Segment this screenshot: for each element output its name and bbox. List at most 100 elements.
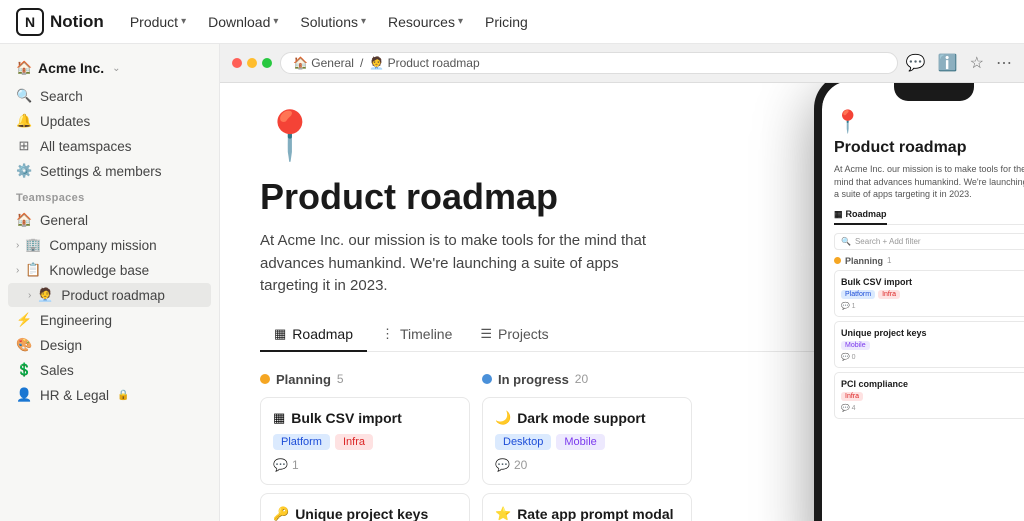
card-title: Unique project keys [295,506,428,521]
moon-icon: 🌙 [495,410,511,426]
phone-tabs: ▦ Roadmap [834,209,1024,225]
home-icon: 🏠 [16,212,32,228]
chevron-right-icon: › [16,240,19,251]
section-label-teamspaces: Teamspaces [8,184,211,208]
nav-product[interactable]: Product ▾ [120,8,196,36]
more-icon[interactable]: ⋯ [996,53,1012,73]
sidebar-item-settings[interactable]: ⚙️ Settings & members [8,159,211,183]
close-dot[interactable] [232,58,242,68]
column-count-planning: 5 [337,372,344,386]
sidebar: 🏠 Acme Inc. ⌄ 🔍 Search 🔔 Updates ⊞ All t… [0,44,220,521]
timeline-icon: ⋮ [381,326,394,342]
card-tags: Platform Infra [273,434,457,450]
tab-timeline[interactable]: ⋮ Timeline [367,318,466,352]
card-unique-project-keys[interactable]: 🔑 Unique project keys Mobile 💬 5 [260,493,470,521]
sidebar-item-engineering[interactable]: ⚡ Engineering [8,308,211,332]
sidebar-item-sales[interactable]: 💲 Sales [8,358,211,382]
sidebar-item-design[interactable]: 🎨 Design [8,333,211,357]
card-dark-mode-support[interactable]: 🌙 Dark mode support Desktop Mobile 💬 20 [482,397,692,485]
chevron-down-icon: ▾ [361,16,366,27]
column-header-in-progress: In progress 20 [482,372,692,387]
chevron-down-icon: ▾ [181,16,186,27]
phone-card-footer: 💬 0 [841,353,1024,361]
minimize-dot[interactable] [247,58,257,68]
sidebar-item-search[interactable]: 🔍 Search [8,84,211,108]
comment-count: 1 [292,458,299,472]
phone-desc: At Acme Inc. our mission is to make tool… [834,163,1024,201]
card-footer: 💬 20 [495,458,679,472]
grid-icon: ⊞ [16,138,32,154]
grid-icon: ▦ [834,209,843,220]
workspace-header[interactable]: 🏠 Acme Inc. ⌄ [8,56,211,80]
phone-tab-roadmap[interactable]: ▦ Roadmap [834,209,887,225]
browser-dots [232,58,272,68]
list-icon: ☰ [480,326,492,342]
chat-icon[interactable]: 💬 [906,53,926,73]
nav-download[interactable]: Download ▾ [198,8,288,36]
card-title: Dark mode support [517,410,645,426]
chevron-right-icon: › [16,265,19,276]
key-icon: 🔑 [273,506,289,521]
comment-icon: 💬 [495,458,510,472]
person-icon: 🧑‍💼 [37,287,53,303]
search-icon: 🔍 [841,237,851,246]
phone-search-bar[interactable]: 🔍 Search + Add filter [834,233,1024,250]
sidebar-item-company-mission[interactable]: › 🏢 Company mission [8,233,211,257]
phone-page-icon: 📍 [834,109,1024,135]
phone-tag-platform: Platform [841,290,875,299]
browser-address-bar[interactable]: 🏠 General / 🧑‍💼 Product roadmap [280,52,898,74]
breadcrumb-page: 🧑‍💼 Product roadmap [369,56,479,70]
nav-solutions[interactable]: Solutions ▾ [290,8,376,36]
nav-resources[interactable]: Resources ▾ [378,8,473,36]
tag-platform: Platform [273,434,330,450]
page-description: At Acme Inc. our mission is to make tool… [260,230,680,298]
card-rate-app-prompt-modal[interactable]: ⭐ Rate app prompt modal 💬 11 [482,493,692,521]
phone-card-tags: Infra [841,392,1024,401]
table-icon: 📋 [25,262,41,278]
dollar-icon: 💲 [16,362,32,378]
phone-tag-infra: Infra [878,290,900,299]
sidebar-item-general[interactable]: 🏠 General [8,208,211,232]
chevron-right-icon: › [28,290,31,301]
comment-count: 20 [514,458,527,472]
tab-roadmap[interactable]: ▦ Roadmap [260,318,367,352]
search-icon: 🔍 [16,88,32,104]
sidebar-item-all-teamspaces[interactable]: ⊞ All teamspaces [8,134,211,158]
chevron-down-icon: ▾ [458,16,463,27]
phone-card-pci[interactable]: PCI compliance Infra 💬 4 [834,372,1024,419]
phone-card-bulk-csv[interactable]: Bulk CSV import Platform Infra 💬 1 [834,270,1024,317]
phone-card-unique-keys[interactable]: Unique project keys Mobile 💬 0 [834,321,1024,368]
tab-projects[interactable]: ☰ Projects [466,318,562,352]
chevron-down-icon: ⌄ [112,63,120,74]
phone-col-title: Planning [845,256,883,266]
grid-icon: ▦ [274,326,286,342]
sidebar-item-updates[interactable]: 🔔 Updates [8,109,211,133]
breadcrumb-sep: / [360,56,363,70]
logo[interactable]: N Notion [16,8,104,36]
maximize-dot[interactable] [262,58,272,68]
sidebar-item-product-roadmap[interactable]: › 🧑‍💼 Product roadmap [8,283,211,307]
nav-links: Product ▾ Download ▾ Solutions ▾ Resourc… [120,8,538,36]
star-icon[interactable]: ☆ [970,53,984,73]
card-footer: 💬 1 [273,458,457,472]
home-icon: 🏠 [16,60,32,76]
card-bulk-csv-import[interactable]: ▦ Bulk CSV import Platform Infra 💬 1 [260,397,470,485]
nav-pricing[interactable]: Pricing [475,8,538,36]
content-area: 🏠 General / 🧑‍💼 Product roadmap 💬 ℹ️ ☆ ⋯… [220,44,1024,521]
phone-card-footer: 💬 1 [841,302,1024,310]
info-icon[interactable]: ℹ️ [938,53,958,73]
kanban-column-in-progress: In progress 20 🌙 Dark mode support Deskt… [482,372,692,521]
main-layout: 🏠 Acme Inc. ⌄ 🔍 Search 🔔 Updates ⊞ All t… [0,44,1024,521]
tag-mobile: Mobile [556,434,604,450]
kanban-column-planning: Planning 5 ▦ Bulk CSV import Platform In… [260,372,470,521]
lightning-icon: ⚡ [16,312,32,328]
status-dot-planning [260,374,270,384]
phone-card-title: PCI compliance [841,379,1024,389]
sidebar-item-knowledge-base[interactable]: › 📋 Knowledge base [8,258,211,282]
star-icon: ⭐ [495,506,511,521]
lock-icon: 🔒 [117,390,129,401]
phone-tag-mobile: Mobile [841,341,870,350]
column-header-planning: Planning 5 [260,372,470,387]
bell-icon: 🔔 [16,113,32,129]
sidebar-item-hr-legal[interactable]: 👤 HR & Legal 🔒 [8,383,211,407]
